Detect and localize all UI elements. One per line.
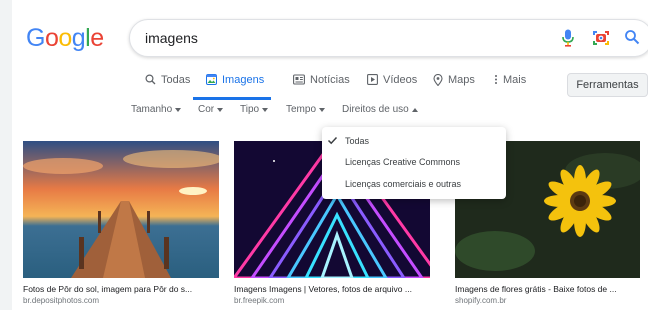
result-card[interactable]: Fotos de Pôr do sol, imagem para Pôr do … xyxy=(23,141,219,305)
filter-type[interactable]: Tipo xyxy=(240,104,269,115)
result-source[interactable]: shopify.com.br xyxy=(455,296,640,305)
tab-more[interactable]: Mais xyxy=(494,74,526,100)
caret-down-icon xyxy=(319,107,326,112)
result-title[interactable]: Imagens Imagens | Vetores, fotos de arqu… xyxy=(234,284,440,294)
filter-size[interactable]: Tamanho xyxy=(131,104,182,115)
check-icon xyxy=(327,136,338,145)
menu-option-label: Licenças Creative Commons xyxy=(345,157,461,167)
menu-option-creative-commons[interactable]: Licenças Creative Commons xyxy=(322,152,506,172)
tab-news[interactable]: Notícias xyxy=(293,74,350,100)
filter-time[interactable]: Tempo xyxy=(286,104,326,115)
tab-all[interactable]: Todas xyxy=(145,74,190,100)
tab-label: Todas xyxy=(161,74,191,86)
filter-label: Direitos de uso xyxy=(342,104,409,115)
more-icon xyxy=(495,75,497,84)
image-icon xyxy=(206,74,217,85)
caret-down-icon xyxy=(262,107,269,112)
search-box[interactable]: imagens xyxy=(129,19,648,57)
news-icon xyxy=(293,74,305,85)
tab-videos[interactable]: Vídeos xyxy=(367,74,417,100)
tab-images[interactable]: Imagens xyxy=(193,74,272,100)
search-header: Google imagens Todas Imagens Notícias Ví… xyxy=(12,0,648,128)
filter-label: Tempo xyxy=(286,104,317,115)
camera-icon[interactable] xyxy=(592,29,610,52)
menu-option-all[interactable]: Todas xyxy=(322,131,506,151)
filter-label: Tamanho xyxy=(131,104,173,115)
tab-label: Mais xyxy=(503,74,527,86)
map-pin-icon xyxy=(433,74,443,86)
menu-option-label: Licenças comerciais e outras xyxy=(345,179,462,189)
usage-rights-menu: Todas Licenças Creative Commons Licenças… xyxy=(322,127,506,199)
filter-color[interactable]: Cor xyxy=(198,104,224,115)
search-icon xyxy=(145,74,156,85)
search-icon[interactable] xyxy=(624,29,640,50)
caret-up-icon xyxy=(411,107,418,112)
tab-label: Imagens xyxy=(222,74,265,86)
filter-label: Tipo xyxy=(240,104,260,115)
search-input[interactable]: imagens xyxy=(145,30,198,46)
menu-option-commercial[interactable]: Licenças comerciais e outras xyxy=(322,174,506,194)
filter-usage-rights[interactable]: Direitos de uso xyxy=(342,104,418,115)
mic-icon[interactable] xyxy=(562,29,574,52)
result-source[interactable]: br.depositphotos.com xyxy=(23,296,219,305)
menu-option-label: Todas xyxy=(345,136,370,146)
tab-maps[interactable]: Maps xyxy=(433,74,475,100)
tab-label: Notícias xyxy=(310,74,350,86)
tools-button[interactable]: Ferramentas xyxy=(567,73,648,97)
google-logo[interactable]: Google xyxy=(26,24,104,53)
result-title[interactable]: Fotos de Pôr do sol, imagem para Pôr do … xyxy=(23,284,219,294)
video-icon xyxy=(367,74,378,85)
caret-down-icon xyxy=(175,107,182,112)
sunset-pier-image[interactable] xyxy=(23,141,219,278)
tab-label: Vídeos xyxy=(383,74,418,86)
filter-label: Cor xyxy=(198,104,215,115)
tab-label: Maps xyxy=(448,74,475,86)
result-source[interactable]: br.freepik.com xyxy=(234,296,440,305)
caret-down-icon xyxy=(217,107,224,112)
result-title[interactable]: Imagens de flores grátis - Baixe fotos d… xyxy=(455,284,640,294)
